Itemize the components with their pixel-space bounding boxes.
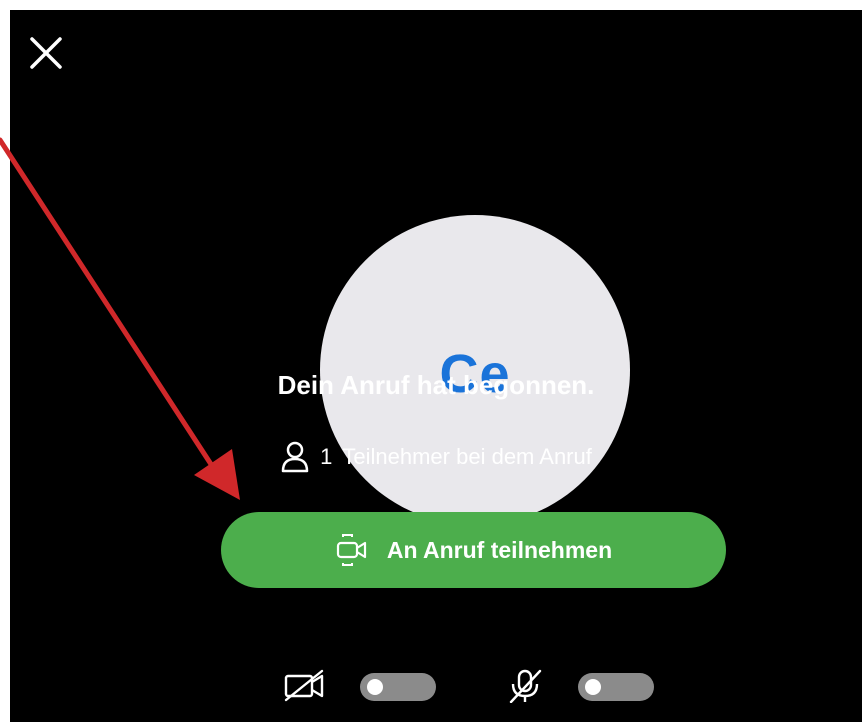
media-controls bbox=[10, 665, 862, 705]
call-preview-panel: Ce Dein Anruf hat begonnen. 1 Teilnehmer… bbox=[10, 10, 862, 722]
video-camera-icon bbox=[336, 534, 366, 566]
camera-off-icon bbox=[284, 669, 324, 702]
join-call-label: An Anruf teilnehmen bbox=[386, 536, 613, 563]
close-button[interactable] bbox=[28, 35, 64, 71]
participant-info: 1 Teilnehmer bei dem Anruf bbox=[10, 440, 862, 474]
participant-count: 1 bbox=[320, 444, 333, 469]
microphone-off-icon bbox=[509, 669, 542, 703]
camera-toggle[interactable] bbox=[360, 673, 436, 701]
camera-toggle-knob bbox=[367, 679, 383, 695]
microphone-toggle[interactable] bbox=[578, 673, 654, 701]
join-call-button[interactable]: An Anruf teilnehmen bbox=[221, 512, 726, 588]
person-icon bbox=[281, 441, 309, 473]
participant-text: Teilnehmer bei dem Anruf bbox=[342, 444, 592, 469]
call-started-heading: Dein Anruf hat begonnen. bbox=[277, 370, 595, 400]
microphone-toggle-knob bbox=[585, 679, 601, 695]
close-icon bbox=[30, 37, 62, 69]
